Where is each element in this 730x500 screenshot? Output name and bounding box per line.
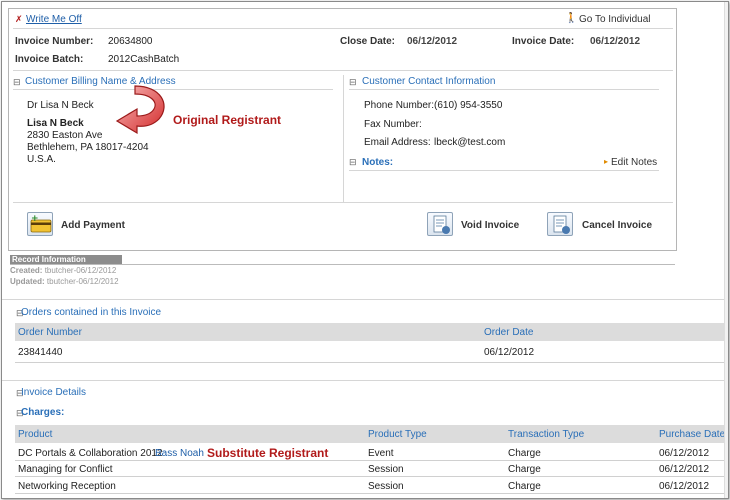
charges-row-line (15, 493, 724, 494)
record-created-value: tbutcher-06/12/2012 (44, 266, 117, 275)
invoice-date-label: Invoice Date: (512, 36, 575, 47)
orders-top-divider (2, 299, 728, 300)
billing-title-line (13, 89, 333, 90)
original-registrant-annotation: Original Registrant (173, 113, 282, 127)
write-off-icon: ✗ (15, 14, 23, 24)
record-updated: Updated: tbutcher-06/12/2012 (10, 277, 119, 286)
orders-col-date[interactable]: Order Date (484, 327, 533, 338)
order-date-cell: 06/12/2012 (484, 347, 535, 358)
charges-section-title: Charges: (21, 407, 65, 418)
charge-product-cell: Networking Reception (18, 481, 116, 492)
billing-name-bold: Lisa N Beck (27, 118, 84, 129)
edit-notes-icon: ▸ (604, 157, 609, 166)
charges-col-product[interactable]: Product (18, 429, 52, 440)
add-payment-button[interactable]: Add Payment (61, 220, 125, 231)
details-top-divider (2, 380, 728, 381)
charge-transaction-cell: Charge (508, 464, 541, 475)
charge-product-cell: Managing for Conflict (18, 464, 113, 475)
svg-text:+: + (31, 214, 39, 224)
charges-col-transaction[interactable]: Transaction Type (508, 429, 584, 440)
record-info-line (10, 264, 675, 265)
record-created-label: Created: (10, 266, 43, 275)
billing-street: 2830 Easton Ave (27, 130, 103, 141)
column-divider (343, 75, 344, 203)
cancel-invoice-icon[interactable] (547, 212, 573, 236)
actions-divider (13, 202, 673, 203)
collapse-billing-icon[interactable]: ⊟ (13, 77, 21, 88)
phone-label: Phone Number: (364, 100, 435, 111)
charge-registrant-link[interactable]: Bass Noah (155, 448, 204, 459)
invoice-panel: ✗ Write Me Off 🚶 Go To Individual Invoic… (8, 8, 677, 251)
orders-col-number[interactable]: Order Number (18, 327, 82, 338)
charge-product-cell: DC Portals & Collaboration 2012 (18, 448, 163, 459)
void-invoice-icon[interactable] (427, 212, 453, 236)
orders-section-title: Orders contained in this Invoice (21, 307, 162, 318)
record-updated-label: Updated: (10, 277, 45, 286)
substitute-registrant-annotation: Substitute Registrant (207, 446, 329, 460)
annotation-arrow-icon (115, 85, 165, 135)
collapse-contact-icon[interactable]: ⊟ (349, 77, 357, 88)
close-date-label: Close Date: (340, 36, 396, 47)
charge-transaction-cell: Charge (508, 481, 541, 492)
email-value: lbeck@test.com (434, 137, 506, 148)
order-number-cell[interactable]: 23841440 (18, 347, 63, 358)
phone-value: (610) 954-3550 (434, 100, 503, 111)
billing-name-line: Dr Lisa N Beck (27, 100, 94, 111)
charge-type-cell: Session (368, 464, 404, 475)
charge-date-cell: 06/12/2012 (659, 464, 710, 475)
notes-section-title: Notes: (362, 157, 394, 168)
write-me-off-link[interactable]: Write Me Off (26, 14, 82, 25)
charge-transaction-cell: Charge (508, 448, 541, 459)
fields-divider (13, 70, 673, 71)
charge-date-cell: 06/12/2012 (659, 448, 710, 459)
record-updated-value: tbutcher-06/12/2012 (46, 277, 119, 286)
contact-section-title: Customer Contact Information (362, 76, 496, 87)
charge-date-cell: 06/12/2012 (659, 481, 710, 492)
go-to-individual-link[interactable]: Go To Individual (579, 14, 651, 25)
fax-label: Fax Number: (364, 119, 422, 130)
charge-type-cell: Event (368, 448, 394, 459)
header-divider (13, 28, 673, 29)
invoice-date-value: 06/12/2012 (590, 36, 641, 47)
invoice-number-label: Invoice Number: (15, 36, 94, 47)
invoice-batch-value: 2012CashBatch (108, 54, 180, 65)
details-section-title: Invoice Details (21, 387, 87, 398)
contact-title-line (349, 89, 659, 90)
charge-type-cell: Session (368, 481, 404, 492)
email-label: Email Address: (364, 137, 431, 148)
close-date-value: 06/12/2012 (407, 36, 458, 47)
billing-country: U.S.A. (27, 154, 56, 165)
billing-city: Bethlehem, PA 18017-4204 (27, 142, 149, 153)
orders-row-line (15, 362, 724, 363)
page-frame: ✗ Write Me Off 🚶 Go To Individual Invoic… (1, 1, 729, 499)
scrollbar[interactable] (724, 2, 728, 498)
record-created: Created: tbutcher-06/12/2012 (10, 266, 116, 275)
go-to-individual-icon: 🚶 (565, 13, 578, 24)
notes-title-line (349, 170, 659, 171)
charges-col-type[interactable]: Product Type (368, 429, 427, 440)
orders-header-row (15, 323, 724, 341)
cancel-invoice-button[interactable]: Cancel Invoice (582, 220, 652, 231)
edit-notes-link[interactable]: Edit Notes (611, 157, 657, 168)
add-payment-icon[interactable]: + (27, 212, 53, 236)
charges-row-line (15, 460, 724, 461)
charges-col-date[interactable]: Purchase Date (659, 429, 725, 440)
collapse-notes-icon[interactable]: ⊟ (349, 157, 357, 168)
invoice-batch-label: Invoice Batch: (15, 54, 84, 65)
invoice-number-value: 20634800 (108, 36, 153, 47)
charges-row-line (15, 476, 724, 477)
void-invoice-button[interactable]: Void Invoice (461, 220, 519, 231)
